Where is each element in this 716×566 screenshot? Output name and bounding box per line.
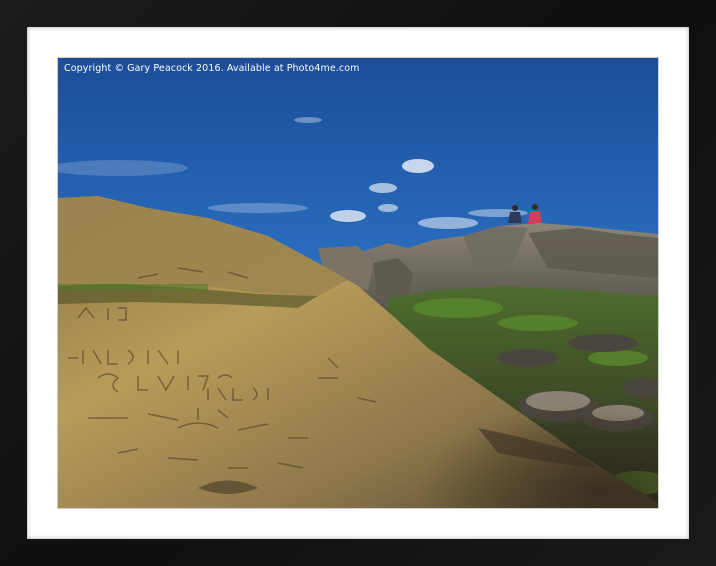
photo-illustration bbox=[58, 58, 658, 508]
landscape-photo: Copyright © Gary Peacock 2016. Available… bbox=[58, 58, 658, 508]
copyright-watermark: Copyright © Gary Peacock 2016. Available… bbox=[64, 63, 360, 74]
